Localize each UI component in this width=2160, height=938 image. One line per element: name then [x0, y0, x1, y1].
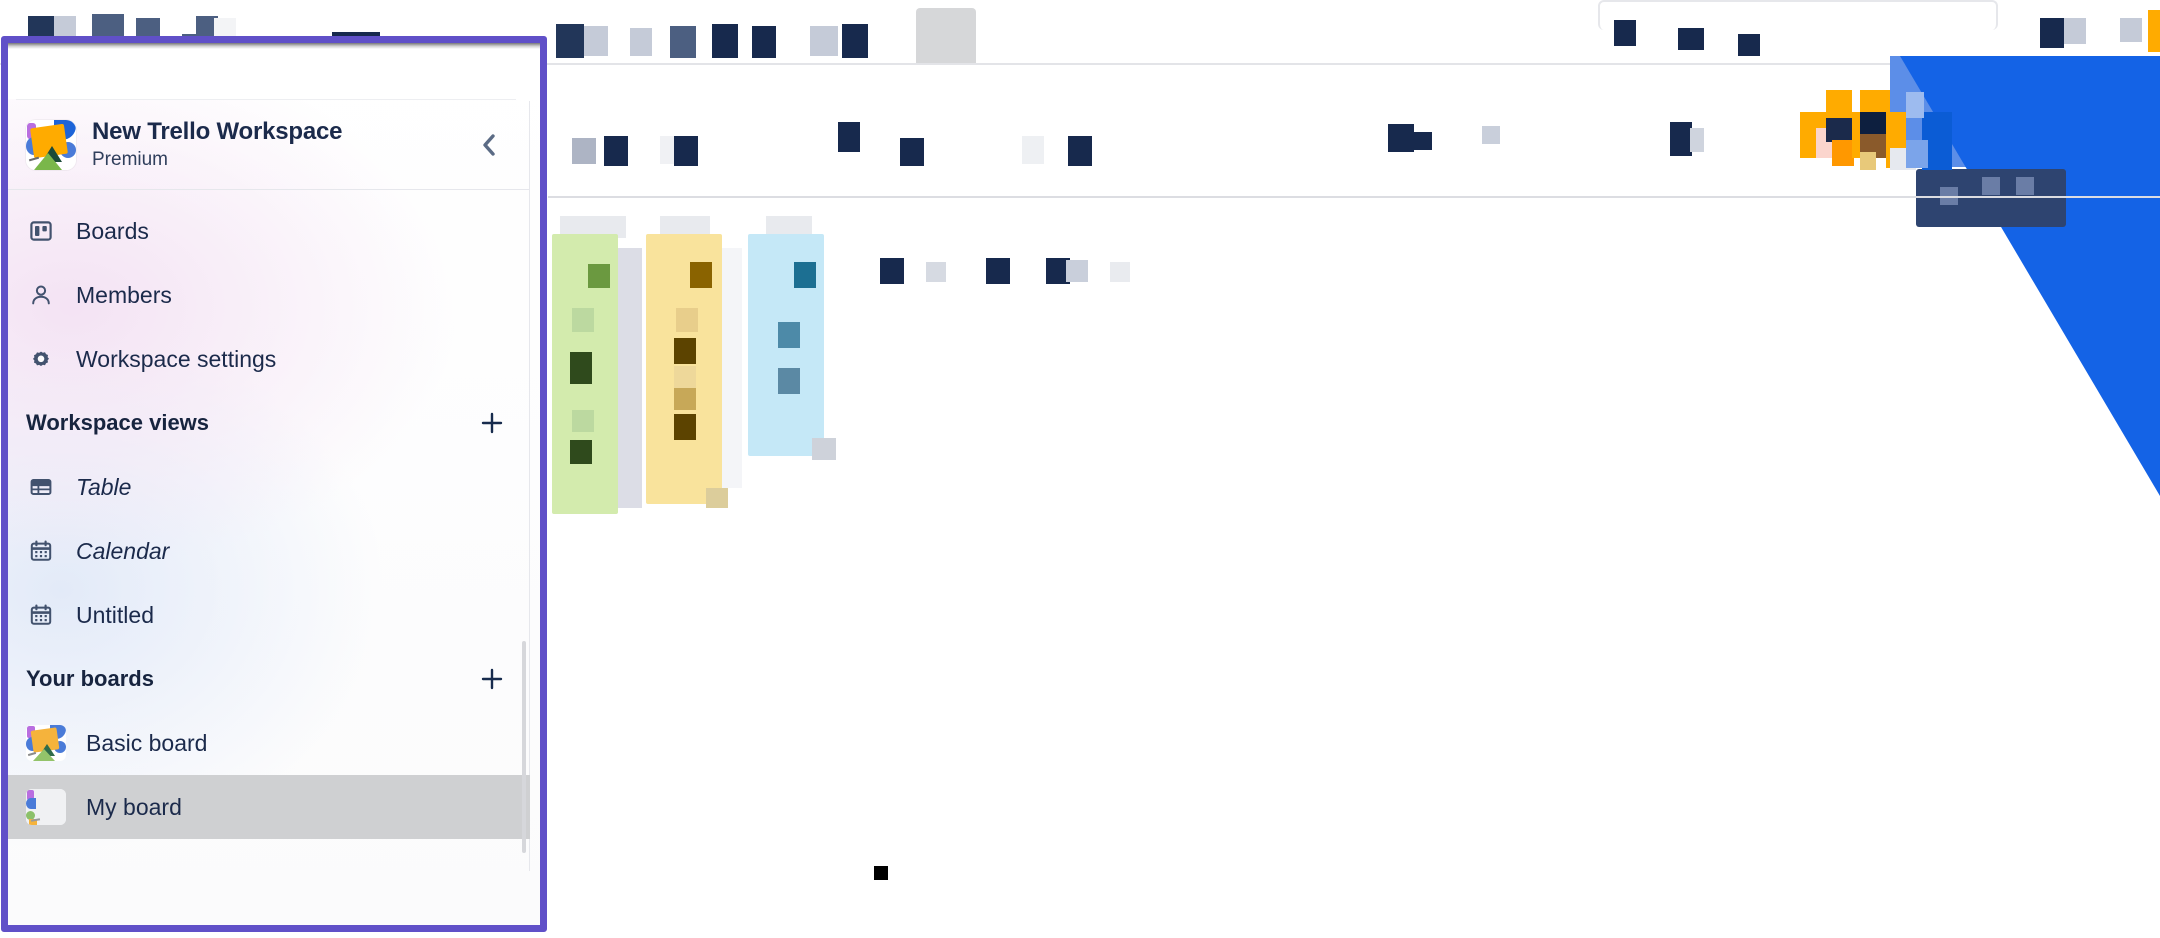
sidebar-scrollbar[interactable] [522, 641, 526, 853]
workspace-header[interactable]: New Trello Workspace Premium [8, 101, 530, 189]
your-boards-section-header: Your boards [8, 647, 530, 711]
sidebar-item-workspace-settings[interactable]: Workspace settings [8, 327, 530, 391]
mouse-cursor [874, 866, 888, 880]
sidebar-view-untitled[interactable]: Untitled [8, 583, 530, 647]
section-title: Your boards [26, 666, 154, 691]
chevron-left-icon [483, 134, 495, 156]
collapse-sidebar-button[interactable] [472, 128, 506, 162]
add-board-button[interactable] [472, 659, 512, 699]
calendar-icon [26, 536, 56, 566]
sidebar-view-label: Table [76, 473, 132, 500]
workspace-text: New Trello Workspace Premium [92, 117, 472, 171]
sidebar-item-members[interactable]: Members [8, 263, 530, 327]
table-icon [26, 472, 56, 502]
app-window: New Trello Workspace Premium Boards Memb… [0, 0, 2160, 938]
board-thumbnail-icon [26, 725, 66, 761]
sidebar-item-label: Members [76, 281, 172, 308]
panel-hairline [16, 99, 516, 100]
section-title: Workspace views [26, 410, 210, 435]
plus-icon [481, 412, 503, 434]
board-header-separator [548, 196, 2160, 198]
sidebar-panel: New Trello Workspace Premium Boards Memb… [8, 43, 540, 925]
plus-icon [481, 668, 503, 690]
workspace-plan: Premium [92, 149, 169, 171]
board-item-my-board[interactable]: My board [8, 775, 530, 839]
board-item-label: My board [86, 793, 182, 820]
panel-top-band [8, 49, 540, 99]
bg-dark-chip [1916, 169, 2066, 227]
sidebar-item-boards[interactable]: Boards [8, 199, 530, 263]
sidebar-item-label: Workspace settings [76, 345, 277, 372]
board-thumbnail-icon [26, 789, 66, 825]
sidebar-view-calendar[interactable]: Calendar [8, 519, 530, 583]
person-icon [26, 280, 56, 310]
workspace-views-section-header: Workspace views [8, 391, 530, 455]
board-item-basic-board[interactable]: Basic board [8, 711, 530, 775]
sidebar-highlight-region: New Trello Workspace Premium Boards Memb… [1, 36, 547, 932]
sidebar-nav: Boards Members Workspace settings Worksp… [8, 199, 530, 839]
header-divider [8, 189, 530, 190]
sidebar-view-table[interactable]: Table [8, 455, 530, 519]
sidebar-view-label: Untitled [76, 601, 154, 628]
board-icon [26, 216, 56, 246]
trello-workspace-logo-icon [26, 120, 76, 170]
gear-icon [26, 344, 56, 374]
sidebar-item-label: Boards [76, 217, 149, 244]
sidebar-view-label: Calendar [76, 537, 170, 564]
add-workspace-view-button[interactable] [472, 403, 512, 443]
calendar-icon [26, 600, 56, 630]
workspace-name: New Trello Workspace [92, 117, 343, 145]
board-item-label: Basic board [86, 729, 208, 756]
